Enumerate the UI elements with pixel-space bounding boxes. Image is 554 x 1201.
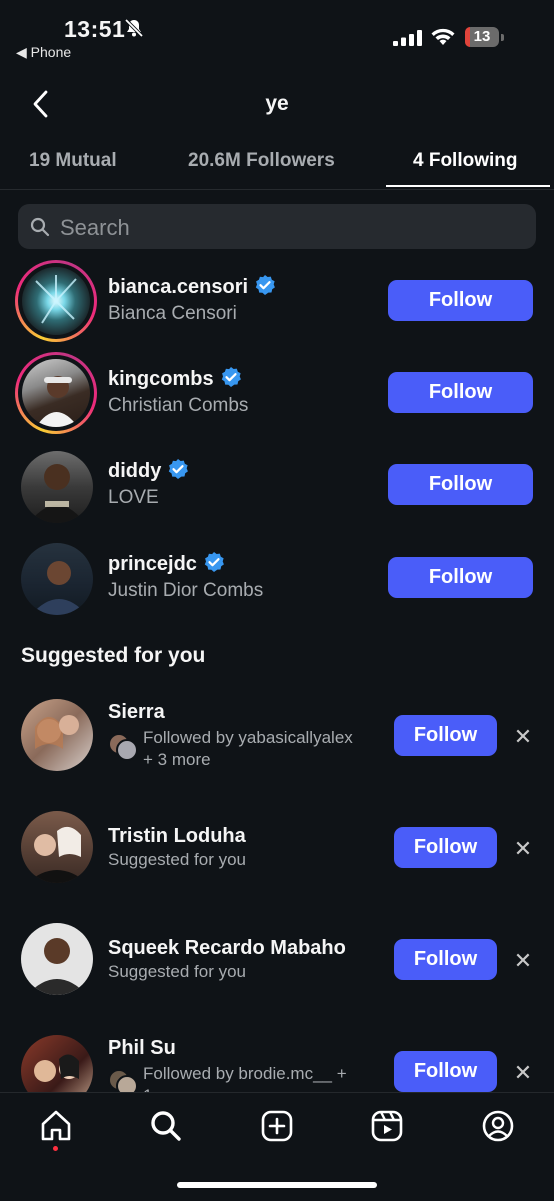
avatar-art (31, 561, 87, 615)
follow-button[interactable]: Follow (388, 372, 533, 413)
page-title: ye (265, 92, 289, 115)
suggested-item[interactable]: Squeek Recardo Mabaho Suggested for you … (0, 919, 554, 1009)
dismiss-icon[interactable]: ✕ (512, 836, 534, 862)
wifi-icon (431, 28, 455, 45)
cellular-signal-icon (393, 30, 422, 46)
battery-tip (501, 34, 504, 41)
avatar-art (27, 826, 87, 883)
tabs-divider (0, 189, 554, 190)
mutual-avatars (108, 733, 138, 761)
username[interactable]: diddy (108, 460, 161, 482)
search-icon (30, 217, 50, 237)
story-ring[interactable] (15, 352, 97, 434)
followed-by-more: + 3 more (143, 750, 211, 769)
username[interactable]: kingcombs (108, 368, 214, 390)
dismiss-icon[interactable]: ✕ (512, 724, 534, 750)
verified-badge-icon (221, 367, 241, 387)
suggested-name[interactable]: Phil Su (108, 1037, 176, 1060)
suggestion-reason: Suggested for you (108, 962, 246, 981)
username-line: kingcombs (108, 366, 242, 391)
suggested-name[interactable]: Sierra (108, 701, 165, 724)
avatar (22, 267, 90, 335)
follow-button[interactable]: Follow (394, 827, 497, 868)
tab-mutual[interactable]: 19 Mutual (29, 150, 117, 172)
avatar (22, 359, 90, 427)
follow-button[interactable]: Follow (388, 280, 533, 321)
avatar[interactable] (21, 543, 93, 615)
search-input[interactable] (58, 204, 522, 251)
avatar-art (27, 938, 87, 995)
avatar-art (29, 464, 85, 523)
suggestion-reason: Suggested for you (108, 850, 246, 869)
full-name: Justin Dior Combs (108, 580, 264, 601)
verified-badge-icon (204, 552, 224, 572)
followed-by-text: Followed by yabasicallyalex (143, 728, 353, 747)
avatar-art (36, 376, 78, 427)
bell-muted-icon (124, 18, 144, 38)
story-ring[interactable] (15, 260, 97, 342)
username[interactable]: bianca.censori (108, 276, 248, 298)
search-icon[interactable] (148, 1108, 184, 1144)
avatar-art (35, 275, 77, 324)
full-name: Bianca Censori (108, 303, 237, 324)
follow-button[interactable]: Follow (388, 464, 533, 505)
username-line: princejdc (108, 551, 225, 576)
reels-icon[interactable] (369, 1108, 405, 1144)
full-name: Christian Combs (108, 395, 249, 416)
home-icon[interactable] (38, 1108, 74, 1144)
username-line: bianca.censori (108, 274, 276, 299)
suggested-name[interactable]: Tristin Loduha (108, 825, 246, 848)
create-icon[interactable] (259, 1108, 295, 1144)
search-bar[interactable] (18, 204, 536, 251)
list-item[interactable]: princejdc Justin Dior Combs Follow (0, 535, 554, 623)
list-item[interactable]: bianca.censori Bianca Censori Follow (0, 258, 554, 346)
suggested-name[interactable]: Squeek Recardo Mabaho (108, 937, 346, 960)
tab-followers[interactable]: 20.6M Followers (188, 150, 335, 172)
verified-badge-icon (255, 275, 275, 295)
profile-icon[interactable] (480, 1108, 516, 1144)
back-to-app-link[interactable]: ◀ Phone (16, 44, 71, 61)
followed-by-text: Followed by brodie.mc__ + (143, 1064, 347, 1083)
avatar-art (35, 715, 79, 749)
avatar[interactable] (21, 811, 93, 883)
follow-button[interactable]: Follow (388, 557, 533, 598)
avatar[interactable] (21, 451, 93, 523)
battery-level: 13 (473, 28, 491, 45)
follow-button[interactable]: Follow (394, 715, 497, 756)
dismiss-icon[interactable]: ✕ (512, 1060, 534, 1086)
username-line: diddy (108, 458, 189, 483)
home-indicator (177, 1182, 377, 1188)
follow-button[interactable]: Follow (394, 1051, 497, 1092)
status-time: 13:51 (64, 16, 126, 42)
username[interactable]: princejdc (108, 553, 197, 575)
notification-dot (53, 1146, 58, 1151)
follow-button[interactable]: Follow (394, 939, 497, 980)
dismiss-icon[interactable]: ✕ (512, 948, 534, 974)
battery-icon: 13 (465, 27, 499, 47)
verified-badge-icon (169, 459, 189, 479)
tab-following[interactable]: 4 Following (413, 150, 518, 172)
active-tab-indicator (386, 185, 550, 187)
list-item[interactable]: diddy LOVE Follow (0, 442, 554, 530)
suggested-item[interactable]: Tristin Loduha Suggested for you Follow … (0, 807, 554, 897)
avatar[interactable] (21, 699, 93, 771)
section-title: Suggested for you (21, 644, 206, 667)
list-item[interactable]: kingcombs Christian Combs Follow (0, 350, 554, 438)
full-name: LOVE (108, 487, 159, 508)
avatar[interactable] (21, 923, 93, 995)
suggested-item[interactable]: Sierra Followed by yabasicallyalex + 3 m… (0, 695, 554, 785)
